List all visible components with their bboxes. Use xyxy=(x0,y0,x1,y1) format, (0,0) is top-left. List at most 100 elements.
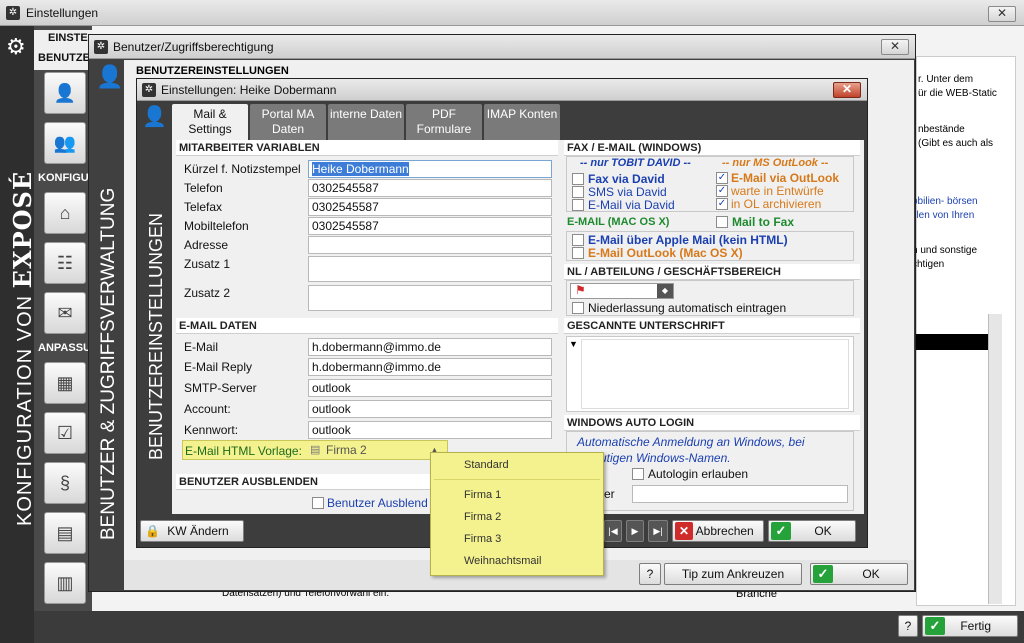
email-header: E-MAIL DATEN xyxy=(176,318,558,334)
mail-doc-icon[interactable]: ✉ xyxy=(44,292,86,334)
gear-icon[interactable]: ⚙ xyxy=(6,34,26,60)
adresse-field[interactable] xyxy=(308,236,552,254)
email-field[interactable]: h.dobermann@immo.de xyxy=(308,338,552,356)
tab-imap-konten[interactable]: IMAP Konten xyxy=(484,104,560,140)
mobil-field[interactable]: 0302545587 xyxy=(308,217,552,235)
kennwort-label: Kennwort: xyxy=(184,423,239,437)
dropdown-item-weihnachtsmail[interactable]: Weihnachtsmail xyxy=(434,551,594,571)
user-lock-icon[interactable]: 👤 xyxy=(44,72,86,114)
autologin-checkbox[interactable] xyxy=(632,468,644,480)
adresse-label: Adresse xyxy=(184,238,229,252)
nav-first-button[interactable]: |◀ xyxy=(604,520,622,542)
bg-text-5: obilien- börsen xyxy=(912,196,978,207)
fertig-button[interactable]: ✓ Fertig xyxy=(922,615,1018,637)
mid-header: BENUTZEREINSTELLUNGEN xyxy=(136,65,289,77)
kennwort-field[interactable]: outlook xyxy=(308,421,552,439)
nl-select[interactable]: ⚑ ◆ xyxy=(570,283,674,299)
tip-button[interactable]: Tip zum Ankreuzen xyxy=(664,563,802,585)
bg-text-2: ür die WEB-Static xyxy=(918,88,997,99)
dropdown-item-firma2[interactable]: Firma 2 xyxy=(434,507,594,527)
mid-help-button[interactable]: ? xyxy=(639,563,661,585)
bg-scrollbar[interactable] xyxy=(988,314,1002,604)
contact-doc-icon[interactable]: ☷ xyxy=(44,242,86,284)
email-outlook-checkbox[interactable]: ✓ xyxy=(716,172,728,184)
archiv-checkbox[interactable]: ✓ xyxy=(716,198,728,210)
reply-label: E-Mail Reply xyxy=(184,360,253,374)
signature-menu-icon[interactable]: ▼ xyxy=(569,339,578,349)
dialog-app-icon: ✲ xyxy=(142,83,156,97)
autologin-user-label: er xyxy=(604,487,615,501)
sms-david-label: SMS via David xyxy=(588,185,667,199)
fax-david-checkbox[interactable] xyxy=(572,173,584,185)
group-icon[interactable]: 👥 xyxy=(44,122,86,164)
pdf-doc-icon[interactable]: § xyxy=(44,462,86,504)
autologin-desc2: utigen Windows-Namen. xyxy=(600,451,731,465)
tobit-header: -- nur TOBIT DAVID -- xyxy=(580,157,691,169)
mail-to-fax-checkbox[interactable] xyxy=(716,216,728,228)
telefon-field[interactable]: 0302545587 xyxy=(308,179,552,197)
dialog-ok-button[interactable]: ✓ OK xyxy=(768,520,856,542)
house-doc-icon[interactable]: ⌂ xyxy=(44,192,86,234)
menu-anpassungen[interactable]: ANPASSU xyxy=(38,342,91,354)
autologin-desc1: Automatische Anmeldung an Windows, bei xyxy=(577,435,805,449)
reply-field[interactable]: h.dobermann@immo.de xyxy=(308,358,552,376)
main-help-button[interactable]: ? xyxy=(898,615,918,637)
kw-aendern-button[interactable]: 🔒 KW Ändern xyxy=(140,520,244,542)
smtp-label: SMTP-Server xyxy=(184,381,257,395)
zusatz2-label: Zusatz 2 xyxy=(184,286,231,300)
vorlage-select[interactable]: ▤ Firma 2 ▲ xyxy=(308,441,446,459)
vorlage-label: E-Mail HTML Vorlage: xyxy=(185,444,302,458)
autologin-user-field[interactable] xyxy=(632,485,848,503)
bg-text-7: n und sonstige xyxy=(912,245,978,256)
sms-david-checkbox[interactable] xyxy=(572,186,584,198)
signature-header: GESCANNTE UNTERSCHRIFT xyxy=(564,318,860,334)
warte-checkbox[interactable]: ✓ xyxy=(716,185,728,197)
kuerzel-field[interactable]: Heike Dobermann xyxy=(308,160,552,178)
zusatz1-field[interactable] xyxy=(308,256,552,282)
nav-prev-button[interactable]: ▶ xyxy=(626,520,644,542)
tab-pdf-formulare[interactable]: PDF Formulare xyxy=(406,104,482,140)
tab-mail-settings[interactable]: Mail & Settings xyxy=(172,104,248,142)
ausblenden-label: Benutzer Ausblend xyxy=(327,496,428,510)
zusatz2-field[interactable] xyxy=(308,285,552,311)
main-close-button[interactable]: ✕ xyxy=(988,6,1016,22)
calculator-icon[interactable]: ▥ xyxy=(44,562,86,604)
checklist-icon[interactable]: ☑ xyxy=(44,412,86,454)
email-outlook-label: E-Mail via OutLook xyxy=(731,171,840,185)
telefon-label: Telefon xyxy=(184,181,223,195)
dialog-close-button[interactable]: ✕ xyxy=(833,82,861,98)
app-icon: ✲ xyxy=(6,6,20,20)
dropdown-item-standard[interactable]: Standard xyxy=(434,455,594,475)
outlook-mac-checkbox[interactable] xyxy=(572,247,584,259)
abbrechen-button[interactable]: ✕ Abbrechen xyxy=(672,520,764,542)
mid-close-button[interactable]: ✕ xyxy=(881,39,909,55)
email-david-checkbox[interactable] xyxy=(572,199,584,211)
dropdown-item-firma3[interactable]: Firma 3 xyxy=(434,529,594,549)
outlook-mac-label: E-Mail OutLook (Mac OS X) xyxy=(588,246,743,260)
menu-konfiguration[interactable]: KONFIGU xyxy=(38,172,89,184)
menu-benutzer[interactable]: BENUTZE xyxy=(38,52,90,64)
dropdown-item-firma1[interactable]: Firma 1 xyxy=(434,485,594,505)
table-edit-icon[interactable]: ▤ xyxy=(44,512,86,554)
smtp-field[interactable]: outlook xyxy=(308,379,552,397)
account-field[interactable]: outlook xyxy=(308,400,552,418)
map-icon[interactable]: ▦ xyxy=(44,362,86,404)
check-icon: ✓ xyxy=(771,522,791,540)
flag-icon: ⚑ xyxy=(575,283,586,297)
main-vertical-title: KONFIGURATION VON EXPOSÉ xyxy=(8,170,37,526)
tab-portal-ma[interactable]: Portal MA Daten xyxy=(250,104,326,140)
tab-interne-daten[interactable]: interne Daten xyxy=(328,104,404,140)
bg-text-4: (Gibt es auch als xyxy=(918,138,994,149)
ausblenden-checkbox[interactable] xyxy=(312,497,324,509)
mobil-label: Mobiltelefon xyxy=(184,219,249,233)
dialog-user-icon: 👤 xyxy=(142,106,167,128)
signature-box[interactable]: ▼ xyxy=(566,336,854,412)
mid-ok-button[interactable]: ✓ OK xyxy=(810,563,908,585)
kuerzel-label: Kürzel f. Notizstempel xyxy=(184,162,301,176)
telefax-field[interactable]: 0302545587 xyxy=(308,198,552,216)
menu-einstellungen[interactable]: EINSTE xyxy=(48,32,88,44)
nav-last-button[interactable]: ▶| xyxy=(648,520,668,542)
nl-auto-checkbox[interactable] xyxy=(572,302,584,314)
fax-header: FAX / E-MAIL (WINDOWS) xyxy=(564,140,860,156)
apple-mail-checkbox[interactable] xyxy=(572,234,584,246)
